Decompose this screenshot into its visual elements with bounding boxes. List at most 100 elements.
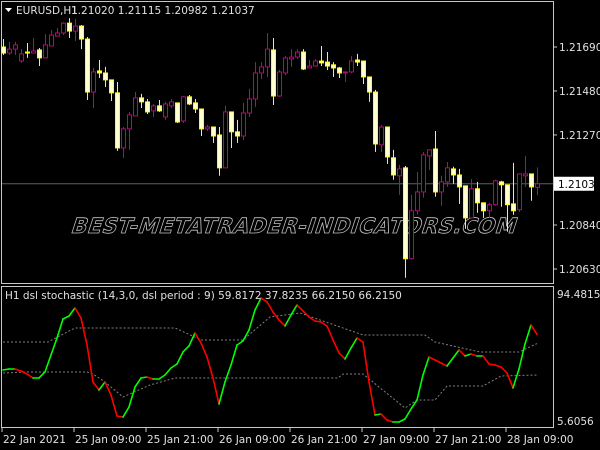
candle-body — [67, 22, 72, 32]
candle-body — [319, 60, 324, 64]
candle — [229, 111, 234, 148]
stochastic-segment-down — [86, 344, 94, 383]
stochastic-segment-up — [464, 353, 472, 357]
stochastic-segment-down — [494, 364, 502, 368]
stochastic-segment-down — [302, 310, 310, 318]
stochastic-segment-up — [44, 354, 52, 373]
price-tick-label: 1.20630 — [559, 264, 600, 276]
candle-body — [379, 126, 384, 146]
candle — [313, 58, 318, 67]
candle-body — [331, 64, 336, 69]
price-axis[interactable]: 1.21690 1.21480 1.21270 1.20840 1.20630 — [553, 42, 600, 276]
candle — [247, 88, 252, 117]
stochastic-segment-up — [158, 374, 166, 380]
candle-body — [31, 50, 36, 54]
stochastic-segment-down — [530, 324, 538, 336]
candle — [307, 59, 312, 69]
candle-body — [79, 25, 84, 40]
candle-body — [499, 181, 504, 186]
candle — [319, 45, 324, 67]
candle — [127, 111, 132, 150]
stochastic-segment-up — [218, 381, 226, 405]
candle — [301, 49, 306, 71]
candle-body — [385, 126, 390, 158]
candle — [37, 48, 42, 67]
candle — [349, 56, 354, 73]
candle — [139, 93, 144, 108]
trading-chart[interactable]: BEST-METATRADER-INDICATORS.COM EURUSD,H1… — [0, 0, 600, 450]
stochastic-segment-down — [434, 359, 442, 364]
candle-body — [199, 108, 204, 130]
candle-body — [139, 97, 144, 103]
candle — [259, 62, 264, 80]
stochastic-segment-down — [332, 339, 340, 354]
candle — [523, 155, 528, 187]
candle-body — [127, 114, 132, 130]
candle-body — [91, 71, 96, 93]
candle-body — [271, 49, 276, 97]
candle — [529, 173, 534, 201]
candle — [193, 98, 198, 113]
candle — [517, 173, 522, 212]
stochastic-segment-down — [482, 355, 490, 365]
candle — [361, 60, 366, 85]
candle-body — [511, 203, 516, 212]
stochastic-segment-down — [92, 381, 100, 391]
candle-body — [241, 112, 246, 137]
candle — [223, 105, 228, 169]
candle — [67, 18, 72, 38]
candle-body — [415, 191, 420, 212]
candle-body — [373, 91, 378, 145]
candle — [19, 49, 24, 63]
candle-body — [49, 34, 54, 47]
candle — [427, 149, 432, 170]
time-axis[interactable]: 22 Jan 2021 25 Jan 09:00 25 Jan 21:00 26 Ja… — [1, 428, 573, 446]
candle — [445, 161, 450, 187]
stochastic-segment-up — [50, 337, 58, 356]
candle — [13, 41, 18, 55]
candle — [457, 168, 462, 204]
symbol-label: EURUSD,H1 — [16, 5, 78, 17]
candle-body — [145, 101, 150, 113]
candle-body — [253, 72, 258, 100]
stochastic-segment-up — [122, 406, 130, 418]
candle-body — [457, 174, 462, 188]
candle-body — [157, 105, 162, 112]
indicator-min-label: 5.6056 — [557, 416, 594, 428]
candle — [277, 70, 282, 97]
stochastic-segment-up — [410, 399, 418, 410]
candle — [373, 89, 378, 152]
candle-body — [37, 49, 42, 59]
candle-body — [439, 181, 444, 193]
stochastic-segment-down — [278, 319, 286, 327]
current-price-label: 1.21037 — [558, 179, 600, 191]
candle-body — [193, 102, 198, 110]
candle — [73, 18, 78, 41]
candle — [151, 103, 156, 117]
stochastic-segment-down — [194, 332, 202, 344]
candle-body — [217, 134, 222, 169]
stochastic-segment-down — [458, 349, 466, 357]
candle-body — [421, 154, 426, 193]
candle-body — [169, 101, 174, 107]
stochastic-segment-down — [320, 321, 328, 327]
candle — [217, 127, 222, 176]
candle — [433, 130, 438, 197]
stochastic-segment-up — [230, 344, 238, 366]
candle — [103, 66, 108, 88]
watermark: BEST-METATRADER-INDICATORS.COM — [68, 214, 521, 238]
price-tick-label: 1.20840 — [559, 220, 600, 232]
candle — [499, 180, 504, 207]
candle — [7, 41, 12, 55]
symbol-dropdown-icon[interactable] — [5, 8, 12, 12]
candle-body — [487, 204, 492, 212]
stochastic-segment-down — [80, 317, 88, 346]
stochastic-segment-down — [110, 394, 118, 417]
candle — [469, 178, 474, 219]
candle-body — [259, 66, 264, 74]
stochastic-segment-up — [344, 347, 352, 360]
stochastic-segment-up — [134, 377, 142, 388]
candle — [295, 49, 300, 59]
candle-body — [163, 103, 168, 118]
candle — [331, 62, 336, 77]
